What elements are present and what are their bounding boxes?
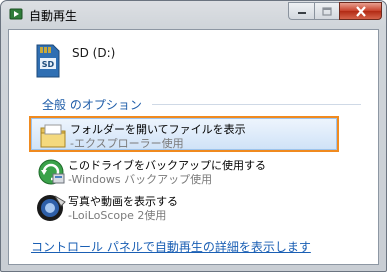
device-label: SD (D:)	[72, 46, 116, 60]
control-panel-link[interactable]: コントロール パネルで自動再生の詳細を表示します	[31, 238, 311, 255]
backup-icon	[38, 159, 65, 185]
autoplay-icon	[9, 8, 23, 20]
option-view-photos[interactable]: 写真や動画を表示する -LoiLoScope 2使用	[29, 190, 339, 226]
close-button[interactable]	[339, 2, 382, 20]
loiloscope-icon	[37, 195, 66, 221]
maximize-icon	[322, 6, 332, 16]
section-divider	[152, 104, 361, 105]
autoplay-window: 自動再生 SD SD (D:) 全般 のオプション フォルダーを開いてファイルを…	[0, 0, 387, 272]
title-bar[interactable]: 自動再生	[1, 1, 386, 29]
option-sub-text: -LoiLoScope 2使用	[68, 209, 167, 222]
svg-text:SD: SD	[42, 60, 55, 69]
option-open-folder[interactable]: フォルダーを開いてファイルを表示 -エクスプローラー使用	[29, 116, 339, 152]
option-backup[interactable]: このドライブをバックアップに使用する -Windows バックアップ使用	[29, 154, 339, 190]
minimize-button[interactable]	[288, 2, 314, 20]
option-sub-text: -Windows バックアップ使用	[68, 173, 213, 186]
option-sub-text: -エクスプローラー使用	[70, 137, 184, 150]
section-title: 全般 のオプション	[42, 98, 142, 112]
maximize-button[interactable]	[314, 2, 339, 20]
sd-card-icon: SD	[36, 44, 60, 78]
content-area: SD SD (D:) 全般 のオプション フォルダーを開いてファイルを表示 -エ…	[8, 29, 379, 265]
close-icon	[355, 5, 366, 17]
minimize-icon	[297, 12, 306, 14]
window-title: 自動再生	[29, 9, 78, 23]
folder-icon	[40, 124, 66, 148]
